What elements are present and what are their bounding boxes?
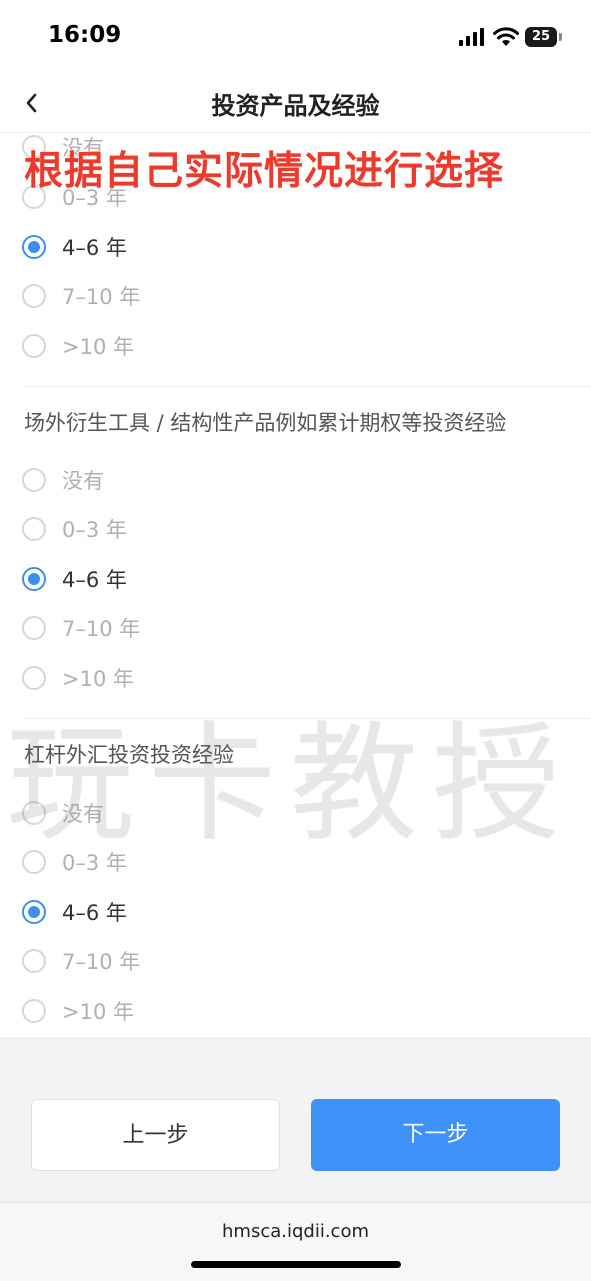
next-step-button[interactable]: 下一步 [311, 1099, 560, 1171]
radio-button[interactable] [22, 801, 46, 825]
radio-button-selected[interactable] [22, 900, 46, 924]
radio-button[interactable] [22, 850, 46, 874]
question-leveraged-fx: 杠杆外汇投资投资经验 [24, 743, 234, 767]
radio-button[interactable] [22, 999, 46, 1023]
battery-level: 25 [531, 29, 551, 44]
option-label: 7–10 年 [62, 285, 141, 309]
radio-button[interactable] [22, 284, 46, 308]
section-divider [24, 718, 591, 719]
option-label: 0–3 年 [62, 518, 127, 542]
option-label: >10 年 [62, 335, 134, 359]
option-label: >10 年 [62, 667, 134, 691]
option-s2-7-10[interactable]: 7–10 年 [22, 608, 140, 648]
option-s1-over-10[interactable]: >10 年 [22, 326, 134, 366]
home-indicator[interactable] [191, 1261, 401, 1268]
radio-button[interactable] [22, 666, 46, 690]
status-time: 16:09 [48, 22, 122, 48]
radio-button[interactable] [22, 949, 46, 973]
option-label: 没有 [62, 802, 104, 826]
browser-url-bar[interactable]: hmsca.iqdii.com [0, 1202, 591, 1281]
previous-step-button[interactable]: 上一步 [31, 1099, 280, 1171]
questionnaire-content: 没有 0–3 年 4–6 年 7–10 年 >10 年 场外衍生工具 / 结构性… [0, 133, 591, 1037]
page-title: 投资产品及经验 [211, 92, 380, 120]
question-otc-derivatives: 场外衍生工具 / 结构性产品例如累计期权等投资经验 [24, 411, 507, 435]
nav-header: 投资产品及经验 [0, 76, 591, 132]
battery-icon: 25 [525, 27, 557, 47]
option-label: 7–10 年 [62, 617, 141, 641]
option-s3-over-10[interactable]: >10 年 [22, 991, 134, 1031]
option-s2-over-10[interactable]: >10 年 [22, 658, 134, 698]
option-s3-0-3[interactable]: 0–3 年 [22, 842, 127, 882]
instruction-banner: 根据自己实际情况进行选择 [24, 149, 505, 194]
option-s2-none[interactable]: 没有 [22, 460, 104, 500]
option-label: 4–6 年 [62, 568, 127, 592]
footer-actions: 上一步 下一步 [0, 1037, 591, 1202]
option-label: 0–3 年 [62, 851, 127, 875]
radio-button-selected[interactable] [22, 235, 46, 259]
option-label: >10 年 [62, 1000, 134, 1024]
option-s3-none[interactable]: 没有 [22, 793, 104, 833]
radio-button[interactable] [22, 334, 46, 358]
option-label: 7–10 年 [62, 950, 141, 974]
section-divider [24, 386, 591, 387]
radio-button[interactable] [22, 468, 46, 492]
option-label: 4–6 年 [62, 236, 127, 260]
radio-button[interactable] [22, 616, 46, 640]
option-s1-4-6[interactable]: 4–6 年 [22, 227, 127, 267]
status-bar: 16:09 25 [0, 0, 591, 76]
option-s3-4-6[interactable]: 4–6 年 [22, 892, 127, 932]
radio-button-selected[interactable] [22, 567, 46, 591]
option-s3-7-10[interactable]: 7–10 年 [22, 941, 140, 981]
wifi-icon [493, 27, 519, 46]
option-s2-4-6[interactable]: 4–6 年 [22, 559, 127, 599]
url-text[interactable]: hmsca.iqdii.com [0, 1221, 591, 1242]
cellular-signal-icon [459, 28, 485, 46]
option-label: 4–6 年 [62, 901, 127, 925]
option-s2-0-3[interactable]: 0–3 年 [22, 509, 127, 549]
battery-cap [559, 33, 562, 41]
radio-button[interactable] [22, 517, 46, 541]
option-s1-7-10[interactable]: 7–10 年 [22, 276, 140, 316]
option-label: 没有 [62, 469, 104, 493]
